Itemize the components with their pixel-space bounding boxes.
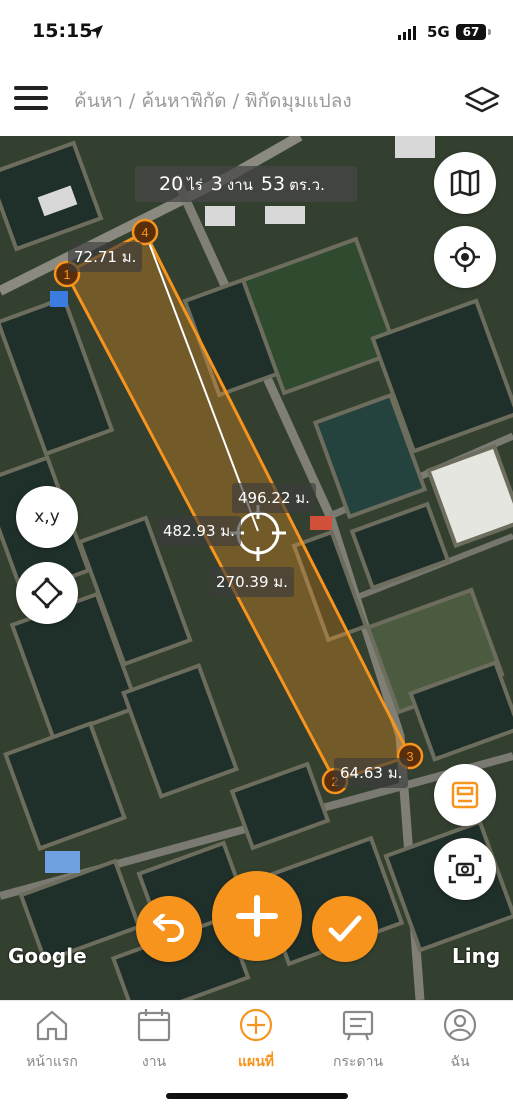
location-arrow-icon	[89, 25, 103, 39]
save-plot-button[interactable]	[434, 764, 496, 826]
edge-label-right: 270.39 ม.	[210, 567, 294, 597]
svg-text:4: 4	[141, 225, 148, 240]
map-credit: Ling	[452, 944, 501, 968]
save-box-icon	[451, 781, 479, 809]
undo-button[interactable]	[136, 896, 202, 962]
area-summary: 20 ไร่ 3 งาน 53 ตร.ว.	[135, 166, 357, 202]
breadcrumb-separator: /	[128, 90, 136, 112]
xy-label: x,y	[34, 507, 60, 527]
breadcrumb: ค้นหา / ค้นหาพิกัด / พิกัดมุมแปลง	[74, 86, 352, 116]
screenshot-icon	[448, 854, 482, 884]
tab-jobs-label: งาน	[141, 1054, 167, 1070]
calendar-icon	[137, 1009, 171, 1042]
draw-polygon-button[interactable]	[16, 562, 78, 624]
area-rai-value: 20	[159, 173, 184, 195]
xy-coordinate-button[interactable]: x,y	[16, 486, 78, 548]
hamburger-menu-icon[interactable]	[14, 86, 48, 114]
google-logo: Google	[8, 944, 87, 968]
battery-level: 67	[456, 24, 486, 40]
undo-icon	[153, 914, 184, 942]
home-icon	[36, 1010, 68, 1041]
home-indicator[interactable]	[166, 1093, 348, 1099]
battery-tip	[488, 29, 491, 35]
tab-home[interactable]: หน้าแรก	[2, 1007, 102, 1073]
tab-board-label: กระดาน	[332, 1054, 384, 1070]
breadcrumb-item-coordinate-search[interactable]: ค้นหาพิกัด	[141, 90, 226, 112]
status-time: 15:15	[32, 20, 93, 42]
network-type: 5G	[427, 23, 450, 41]
breadcrumb-item-plot-corners: พิกัดมุมแปลง	[244, 90, 352, 112]
tab-home-label: หน้าแรก	[26, 1054, 78, 1070]
polygon-icon	[31, 577, 63, 609]
confirm-button[interactable]	[312, 896, 378, 962]
user-icon	[443, 1008, 477, 1042]
area-ngan-value: 3	[210, 173, 223, 195]
area-rai-unit: ไร่	[187, 176, 203, 194]
area-wa-unit: ตร.ว.	[289, 176, 325, 194]
map-view[interactable]: 1 4 3 2 20ไร่3งาน53ตร.ว. 72.71 ม. 496.22…	[0, 136, 513, 1000]
layers-icon[interactable]	[462, 84, 502, 118]
plus-circle-icon	[239, 1008, 273, 1042]
breadcrumb-separator: /	[232, 90, 239, 112]
tab-board[interactable]: กระดาน	[308, 1007, 408, 1073]
signal-icon	[398, 26, 416, 40]
edge-label-bottom: 64.63 ม.	[334, 758, 409, 788]
measure-line-label: 496.22 ม.	[232, 483, 316, 513]
map-icon	[450, 169, 480, 197]
area-ngan-unit: งาน	[226, 176, 253, 194]
status-bar: 15:15 5G 67	[0, 0, 513, 66]
breadcrumb-item-search[interactable]: ค้นหา	[74, 90, 123, 112]
locate-me-button[interactable]	[434, 226, 496, 288]
edge-label-left: 482.93 ม.	[157, 516, 241, 546]
tab-jobs[interactable]: งาน	[104, 1007, 204, 1073]
capture-button[interactable]	[434, 838, 496, 900]
app-header: ค้นหา / ค้นหาพิกัด / พิกัดมุมแปลง	[0, 66, 513, 136]
tab-map[interactable]: แผนที่	[206, 1007, 306, 1073]
plus-icon	[236, 895, 278, 937]
map-type-button[interactable]	[434, 152, 496, 214]
area-wa-value: 53	[260, 173, 286, 195]
edge-label-top: 72.71 ม.	[68, 242, 143, 272]
crosshair-icon	[450, 242, 480, 272]
check-icon	[328, 915, 362, 942]
tab-me[interactable]: ฉัน	[410, 1007, 510, 1073]
add-point-button[interactable]	[212, 871, 302, 961]
tab-map-label: แผนที่	[237, 1054, 275, 1070]
tab-me-label: ฉัน	[450, 1054, 470, 1070]
board-icon	[342, 1010, 374, 1041]
